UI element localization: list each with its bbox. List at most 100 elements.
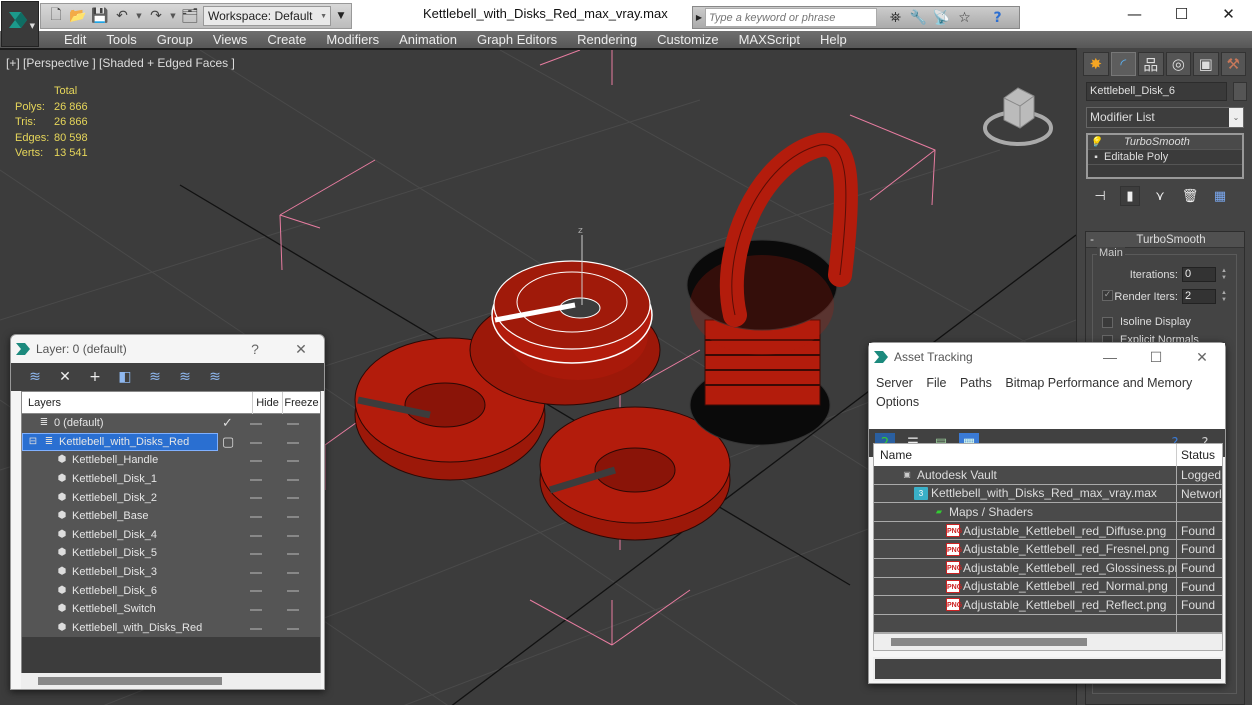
open-file-icon[interactable]: 📂 [69, 7, 87, 25]
menu-group[interactable]: Group [147, 31, 203, 48]
layer-name-cell[interactable]: ⬢ Kettlebell_Handle [22, 451, 159, 470]
help-button[interactable]: ? [232, 341, 278, 358]
layer-row[interactable]: ⬢ Kettlebell_Disk_5 [22, 544, 320, 563]
current-layer-checkmark-icon[interactable]: ✓ [222, 415, 233, 431]
hide-toggle[interactable] [250, 441, 262, 444]
configure-sets-icon[interactable]: ▦ [1210, 186, 1230, 206]
maximize-button[interactable]: ☐ [1133, 349, 1179, 366]
hide-toggle[interactable] [250, 553, 262, 556]
layer-row[interactable]: ⬢ Kettlebell_Disk_2 [22, 488, 320, 507]
expand-icon[interactable]: ▪ [1088, 152, 1104, 163]
help-icon[interactable]: ? [989, 9, 1006, 26]
asset-row[interactable]: PNG Adjustable_Kettlebell_red_Glossiness.… [874, 558, 1222, 578]
hierarchy-tab-icon[interactable]: 品 [1138, 52, 1164, 76]
new-layer-icon[interactable]: ≋ [25, 367, 45, 387]
satellite-icon[interactable]: 📡 [933, 9, 950, 26]
star-icon[interactable]: ☆ [956, 9, 973, 26]
redo-dropdown-icon[interactable]: ▼ [169, 12, 177, 20]
utilities-tab-icon[interactable]: ⚒ [1220, 52, 1246, 76]
close-button[interactable]: ✕ [1205, 0, 1252, 28]
freeze-toggle[interactable] [287, 478, 299, 481]
viewport-label[interactable]: [+] [Perspective ] [Shaded + Edged Faces… [6, 56, 235, 70]
spinner-arrows-icon[interactable]: ▲ ▼ [1220, 290, 1228, 304]
menu-paths[interactable]: Paths [960, 376, 992, 390]
menu-animation[interactable]: Animation [389, 31, 467, 48]
redo-icon[interactable]: ↷ [147, 7, 165, 25]
menu-file[interactable]: File [926, 376, 946, 390]
layer-row[interactable]: ⬢ Kettlebell_with_Disks_Red [22, 619, 320, 638]
menu-create[interactable]: Create [257, 31, 316, 48]
window-title-bar[interactable]: Asset Tracking — ☐ ✕ [869, 343, 1225, 371]
scrollbar-thumb[interactable] [38, 677, 222, 685]
spinner-arrows-icon[interactable]: ▲ ▼ [1220, 268, 1228, 282]
hide-toggle[interactable] [250, 515, 262, 518]
freeze-toggle[interactable] [287, 534, 299, 537]
layer-row[interactable]: ⬢ Kettlebell_Base [22, 507, 320, 526]
asset-path-field[interactable] [873, 657, 1223, 681]
search-input[interactable] [705, 8, 877, 27]
object-color-swatch[interactable] [1233, 82, 1247, 101]
layer-name-cell[interactable]: ≣ 0 (default) [22, 414, 104, 433]
remove-modifier-icon[interactable]: 🗑 [1180, 186, 1200, 206]
asset-row[interactable]: PNG Adjustable_Kettlebell_red_Fresnel.png… [874, 540, 1222, 559]
scrollbar-thumb[interactable] [891, 638, 1087, 646]
menu-bitmap-performance[interactable]: Bitmap Performance and Memory [1005, 376, 1192, 390]
customize-toolbar-icon[interactable]: ▼ [335, 11, 347, 21]
hide-toggle[interactable] [250, 608, 262, 611]
layer-row[interactable]: ⊟ ≣ Kettlebell_with_Disks_Red ▢ [22, 432, 320, 452]
menu-views[interactable]: Views [203, 31, 257, 48]
collapse-icon[interactable]: ⊟ [27, 436, 39, 448]
layer-row[interactable]: ⬢ Kettlebell_Disk_1 [22, 470, 320, 489]
modify-tab-icon[interactable]: ◜ [1110, 52, 1136, 76]
undo-dropdown-icon[interactable]: ▼ [135, 12, 143, 20]
render-iters-spinner[interactable]: 2 [1182, 289, 1216, 304]
hide-toggle[interactable] [250, 423, 262, 425]
menu-tools[interactable]: Tools [96, 31, 146, 48]
freeze-toggle[interactable] [287, 553, 299, 556]
freeze-toggle[interactable] [287, 571, 299, 574]
column-layers[interactable]: Layers [22, 397, 252, 409]
undo-icon[interactable]: ↶ [113, 7, 131, 25]
layer-name-cell[interactable]: ⬢ Kettlebell_Disk_2 [22, 488, 157, 507]
set-current-layer-icon[interactable]: ▢ [222, 434, 234, 450]
hide-toggle[interactable] [250, 627, 262, 630]
delete-layer-icon[interactable]: ✕ [55, 367, 75, 387]
freeze-toggle[interactable] [287, 627, 299, 630]
freeze-toggle[interactable] [287, 423, 299, 425]
render-iters-checkbox[interactable]: ✓ [1102, 290, 1113, 301]
close-button[interactable]: ✕ [278, 341, 324, 358]
create-tab-icon[interactable]: ✸ [1083, 52, 1109, 76]
make-unique-icon[interactable]: ⋎ [1150, 186, 1170, 206]
minimize-button[interactable]: — [1087, 349, 1133, 366]
project-folder-icon[interactable]: 🗂 [181, 7, 199, 25]
horizontal-scrollbar[interactable] [873, 633, 1223, 651]
freeze-toggle[interactable] [287, 608, 299, 611]
wrench-icon[interactable]: 🔧 [910, 9, 927, 26]
show-end-result-icon[interactable]: ▮ [1120, 186, 1140, 206]
asset-row[interactable]: 3 Kettlebell_with_Disks_Red_max_vray.max N… [874, 484, 1222, 504]
layer-name-cell[interactable]: ⬢ Kettlebell_Disk_1 [22, 470, 157, 489]
viewcube[interactable] [980, 80, 1060, 150]
stack-item-turbosmooth[interactable]: 💡 TurboSmooth [1088, 135, 1242, 150]
window-title-bar[interactable]: Layer: 0 (default) ? ✕ [11, 335, 324, 363]
horizontal-scrollbar[interactable] [21, 673, 321, 689]
asset-row[interactable]: PNG Adjustable_Kettlebell_red_Reflect.png… [874, 596, 1222, 615]
hide-toggle[interactable] [250, 590, 262, 593]
motion-tab-icon[interactable]: ◎ [1165, 52, 1191, 76]
save-icon[interactable]: 💾 [91, 7, 109, 25]
pin-stack-icon[interactable]: ⊣ [1090, 186, 1110, 206]
freeze-toggle[interactable] [287, 515, 299, 518]
layer-name-cell[interactable]: ⊟ ≣ Kettlebell_with_Disks_Red [22, 432, 218, 452]
select-layer-icon[interactable]: ≋ [145, 367, 165, 387]
layer-row[interactable]: ≣ 0 (default) ✓ [22, 414, 320, 433]
application-menu-button[interactable]: ▼ [1, 1, 39, 47]
menu-graph-editors[interactable]: Graph Editors [467, 31, 567, 48]
menu-modifiers[interactable]: Modifiers [316, 31, 389, 48]
layer-name-cell[interactable]: ⬢ Kettlebell_Disk_4 [22, 526, 157, 545]
asset-row[interactable] [874, 614, 1222, 634]
menu-options[interactable]: Options [876, 395, 919, 409]
maximize-button[interactable]: ☐ [1158, 0, 1205, 28]
column-name[interactable]: Name [874, 448, 1176, 462]
new-file-icon[interactable]: 🗋 [47, 7, 65, 25]
layer-row[interactable]: ⬢ Kettlebell_Switch [22, 600, 320, 619]
